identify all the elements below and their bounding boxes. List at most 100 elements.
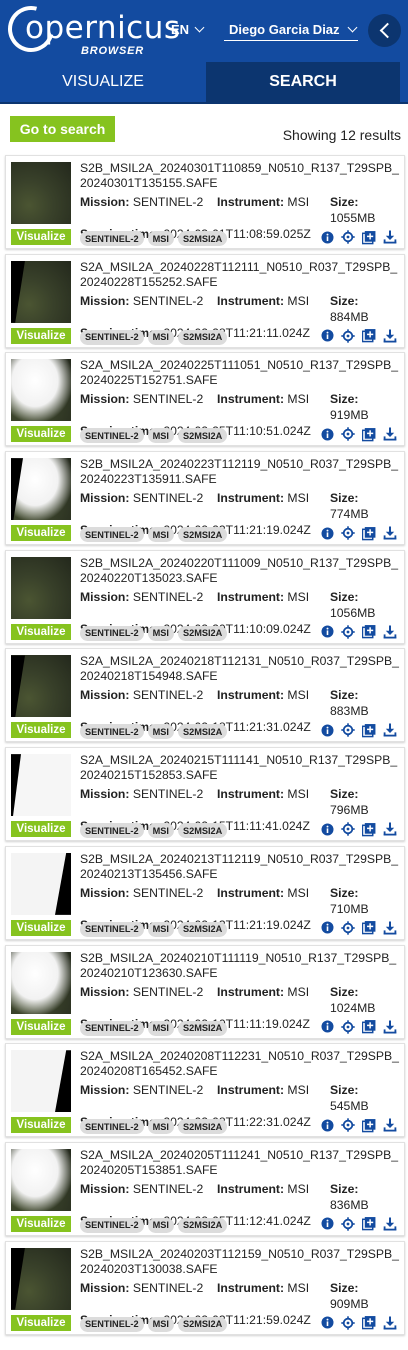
visualize-button[interactable]: Visualize <box>11 623 71 640</box>
add-to-list-icon[interactable] <box>362 822 376 836</box>
result-thumbnail[interactable] <box>11 556 71 619</box>
result-card[interactable]: Visualize S2B_MSIL2A_20240203T112159_N05… <box>5 1240 405 1335</box>
result-thumbnail[interactable] <box>11 655 71 718</box>
crosshair-icon[interactable] <box>341 723 355 738</box>
visualize-button[interactable]: Visualize <box>11 1018 71 1035</box>
add-to-list-icon[interactable] <box>362 1118 376 1133</box>
download-icon[interactable] <box>383 230 397 244</box>
visualize-button[interactable]: Visualize <box>11 525 71 542</box>
language-label: EN <box>171 22 190 37</box>
result-card[interactable]: Visualize S2B_MSIL2A_20240223T112119_N05… <box>5 451 405 546</box>
crosshair-icon[interactable] <box>341 526 355 540</box>
result-thumbnail[interactable] <box>11 852 71 915</box>
result-card[interactable]: Visualize S2B_MSIL2A_20240213T112119_N05… <box>5 845 405 940</box>
user-menu[interactable]: Diego Garcia Diaz <box>224 22 358 41</box>
instrument-label: Instrument: <box>217 1280 285 1295</box>
copernicus-browser-logo[interactable]: opernicus BROWSER <box>0 0 180 61</box>
add-to-list-icon[interactable] <box>362 1217 376 1231</box>
info-icon[interactable] <box>320 230 334 244</box>
crosshair-icon[interactable] <box>341 1315 355 1330</box>
crosshair-icon[interactable] <box>341 921 355 935</box>
result-thumbnail[interactable] <box>11 359 71 422</box>
visualize-button[interactable]: Visualize <box>11 229 71 245</box>
visualize-button[interactable]: Visualize <box>11 327 71 344</box>
download-icon[interactable] <box>383 329 397 343</box>
info-icon[interactable] <box>320 723 334 737</box>
result-thumbnail[interactable] <box>11 754 71 817</box>
result-thumbnail[interactable] <box>11 951 71 1014</box>
add-to-list-icon[interactable] <box>362 625 376 639</box>
instrument-field: Instrument: MSI <box>217 1082 330 1114</box>
info-icon[interactable] <box>320 822 334 836</box>
result-thumbnail[interactable] <box>11 1247 71 1310</box>
result-thumbnail[interactable] <box>11 260 71 323</box>
download-icon[interactable] <box>383 1118 397 1132</box>
crosshair-icon[interactable] <box>341 328 355 343</box>
result-card[interactable]: Visualize S2A_MSIL2A_20240205T111241_N05… <box>5 1141 405 1236</box>
instrument-field: Instrument: MSI <box>217 194 330 226</box>
result-thumbnail[interactable] <box>11 458 71 521</box>
result-card[interactable]: Visualize S2A_MSIL2A_20240215T111141_N05… <box>5 747 405 842</box>
crosshair-icon[interactable] <box>341 1118 355 1132</box>
add-to-list-icon[interactable] <box>362 526 376 540</box>
crosshair-icon[interactable] <box>341 230 355 244</box>
tab-search[interactable]: SEARCH <box>206 62 400 102</box>
info-icon[interactable] <box>320 625 334 639</box>
info-icon[interactable] <box>320 427 334 441</box>
add-to-list-icon[interactable] <box>362 427 376 442</box>
result-card[interactable]: Visualize S2A_MSIL2A_20240218T112131_N05… <box>5 648 405 743</box>
collapse-panel-button[interactable] <box>368 14 401 47</box>
info-icon[interactable] <box>320 329 334 343</box>
download-icon[interactable] <box>383 1020 397 1034</box>
download-icon[interactable] <box>383 526 397 540</box>
download-icon[interactable] <box>383 1217 397 1231</box>
download-icon[interactable] <box>383 625 397 639</box>
go-to-search-button[interactable]: Go to search <box>10 116 115 142</box>
add-to-list-icon[interactable] <box>362 1316 376 1330</box>
visualize-button[interactable]: Visualize <box>11 1314 71 1331</box>
info-icon[interactable] <box>320 1316 334 1330</box>
download-icon[interactable] <box>383 1316 397 1330</box>
add-to-list-icon[interactable] <box>362 921 376 935</box>
visualize-button[interactable]: Visualize <box>11 426 71 443</box>
visualize-button[interactable]: Visualize <box>11 1117 71 1134</box>
download-icon[interactable] <box>383 822 397 836</box>
add-to-list-icon[interactable] <box>362 1020 376 1034</box>
info-icon[interactable] <box>320 921 334 935</box>
result-card[interactable]: Visualize S2B_MSIL2A_20240301T110859_N05… <box>5 155 405 249</box>
download-icon[interactable] <box>383 427 397 441</box>
download-icon[interactable] <box>383 723 397 737</box>
info-icon[interactable] <box>320 526 334 540</box>
crosshair-icon[interactable] <box>341 1217 355 1231</box>
size-value: 796MB <box>330 803 369 818</box>
info-icon[interactable] <box>320 1118 334 1132</box>
result-card[interactable]: Visualize S2A_MSIL2A_20240208T112231_N05… <box>5 1043 405 1138</box>
result-card[interactable]: Visualize S2A_MSIL2A_20240228T112111_N05… <box>5 253 405 348</box>
tab-visualize[interactable]: VISUALIZE <box>0 62 206 102</box>
instrument-field: Instrument: MSI <box>217 589 330 621</box>
add-to-list-icon[interactable] <box>362 329 376 343</box>
visualize-button[interactable]: Visualize <box>11 919 71 936</box>
instrument-label: Instrument: <box>217 984 285 999</box>
result-card[interactable]: Visualize S2A_MSIL2A_20240225T111051_N05… <box>5 352 405 447</box>
visualize-button[interactable]: Visualize <box>11 821 71 838</box>
crosshair-icon[interactable] <box>341 1019 355 1034</box>
add-to-list-icon[interactable] <box>362 230 376 244</box>
instrument-value: MSI <box>287 1280 310 1295</box>
visualize-button[interactable]: Visualize <box>11 722 71 739</box>
download-icon[interactable] <box>383 921 397 935</box>
language-selector[interactable]: EN <box>171 22 205 37</box>
crosshair-icon[interactable] <box>341 427 355 442</box>
result-thumbnail[interactable] <box>11 162 71 224</box>
result-thumbnail[interactable] <box>11 1148 71 1211</box>
visualize-button[interactable]: Visualize <box>11 1215 71 1232</box>
result-card[interactable]: Visualize S2B_MSIL2A_20240210T111119_N05… <box>5 944 405 1039</box>
result-card[interactable]: Visualize S2B_MSIL2A_20240220T111009_N05… <box>5 549 405 644</box>
info-icon[interactable] <box>320 1217 334 1231</box>
add-to-list-icon[interactable] <box>362 723 376 738</box>
thumb-cloud <box>11 359 71 422</box>
result-thumbnail[interactable] <box>11 1050 71 1113</box>
crosshair-icon[interactable] <box>341 822 355 836</box>
crosshair-icon[interactable] <box>341 625 355 639</box>
info-icon[interactable] <box>320 1020 334 1034</box>
